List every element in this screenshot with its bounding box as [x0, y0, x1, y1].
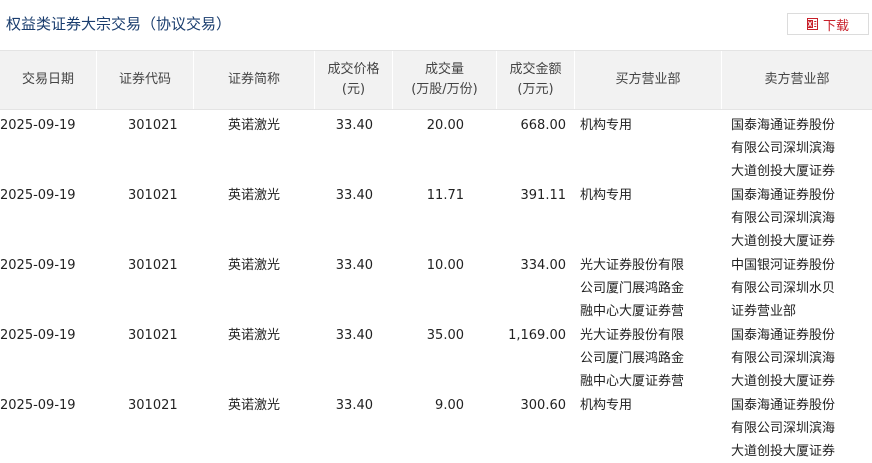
- trade-date-cell: 2025-09-19: [0, 118, 76, 133]
- price-cell: 33.40: [335, 258, 373, 273]
- security-code-cell: 301021: [128, 118, 178, 133]
- branch-line: 国泰海通证券股份: [731, 328, 836, 343]
- table-row: 2025-09-19 301021 英诺激光 33.40 11.71 391.11 机构专用…: [0, 180, 872, 250]
- amount-cell: 1,169.00: [508, 328, 566, 343]
- table-header: 交易日期 证券代码 证券简称 成交价格 (元) 成交量 (万股/万份) 成交金额 (万…: [0, 50, 872, 110]
- volume-cell: 10.00: [426, 258, 464, 273]
- volume-cell: 35.00: [426, 328, 464, 343]
- branch-line: 公司厦门展鸿路金: [580, 351, 685, 366]
- trade-date-cell: 2025-09-19: [0, 398, 76, 413]
- branch-line: 公司厦门展鸿路金: [580, 281, 685, 296]
- amount-cell: 300.60: [520, 398, 567, 413]
- seller-branch-cell: 中国银河证券股份 有限公司深圳水贝 证券营业部: [731, 254, 841, 323]
- security-code-cell: 301021: [128, 258, 178, 273]
- branch-line: 机构专用: [580, 398, 633, 413]
- price-cell: 33.40: [335, 188, 373, 203]
- security-name-cell: 英诺激光: [228, 118, 281, 133]
- branch-line: 有限公司深圳水贝: [731, 281, 836, 296]
- branch-line: 机构专用: [580, 188, 633, 203]
- header-seller: 卖方营业部: [764, 72, 830, 87]
- trade-date-cell: 2025-09-19: [0, 328, 76, 343]
- header-volume: 成交量 (万股/万份): [393, 51, 497, 109]
- title-bar: 权益类证券大宗交易（协议交易） 下载: [0, 0, 872, 50]
- security-code-cell: 301021: [128, 188, 178, 203]
- table-row: 2025-09-19 301021 英诺激光 33.40 9.00 300.60 机构专用 国…: [0, 390, 872, 460]
- security-name-cell: 英诺激光: [228, 258, 281, 273]
- trade-date-cell: 2025-09-19: [0, 188, 76, 203]
- volume-cell: 20.00: [426, 118, 464, 133]
- branch-line: 有限公司深圳滨海: [731, 211, 836, 226]
- header-trade-date: 交易日期: [0, 51, 97, 109]
- table-row: 2025-09-19 301021 英诺激光 33.40 35.00 1,169.00 光大…: [0, 320, 872, 390]
- amount-cell: 391.11: [520, 188, 567, 203]
- price-cell: 33.40: [335, 328, 373, 343]
- buyer-branch-cell: 光大证券股份有限 公司厦门展鸿路金 融中心大厦证券营: [580, 324, 694, 393]
- table-body: 2025-09-19 301021 英诺激光 33.40 20.00 668.00 机构专用…: [0, 110, 872, 460]
- seller-branch-cell: 国泰海通证券股份 有限公司深圳滨海 大道创投大厦证券: [731, 184, 841, 253]
- branch-line: 国泰海通证券股份: [731, 398, 836, 413]
- page-title: 权益类证券大宗交易（协议交易）: [6, 15, 232, 33]
- branch-line: 国泰海通证券股份: [731, 118, 836, 133]
- branch-line: 有限公司深圳滨海: [731, 141, 836, 156]
- volume-cell: 11.71: [426, 188, 464, 203]
- security-code-cell: 301021: [128, 398, 178, 413]
- branch-line: 大道创投大厦证券: [731, 444, 836, 459]
- buyer-branch-cell: 机构专用: [580, 114, 694, 137]
- buyer-branch-cell: 机构专用: [580, 394, 694, 417]
- excel-file-icon: [806, 18, 818, 30]
- branch-line: 中国银河证券股份: [731, 258, 836, 273]
- branch-line: 机构专用: [580, 118, 633, 133]
- header-amount: 成交金额 (万元): [497, 51, 575, 109]
- security-code-cell: 301021: [128, 328, 178, 343]
- branch-line: 光大证券股份有限: [580, 258, 685, 273]
- seller-branch-cell: 国泰海通证券股份 有限公司深圳滨海 大道创投大厦证券: [731, 394, 841, 463]
- header-buyer: 买方营业部: [575, 51, 722, 109]
- buyer-branch-cell: 光大证券股份有限 公司厦门展鸿路金 融中心大厦证券营: [580, 254, 694, 323]
- security-name-cell: 英诺激光: [228, 398, 281, 413]
- security-name-cell: 英诺激光: [228, 328, 281, 343]
- table-row: 2025-09-19 301021 英诺激光 33.40 10.00 334.00 光大证券…: [0, 250, 872, 320]
- trade-date-cell: 2025-09-19: [0, 258, 76, 273]
- header-price: 成交价格 (元): [315, 51, 393, 109]
- price-cell: 33.40: [335, 118, 373, 133]
- amount-cell: 668.00: [520, 118, 567, 133]
- download-button[interactable]: 下载: [787, 13, 869, 35]
- header-security-name: 证券简称: [194, 51, 315, 109]
- seller-branch-cell: 国泰海通证券股份 有限公司深圳滨海 大道创投大厦证券: [731, 324, 841, 393]
- table-row: 2025-09-19 301021 英诺激光 33.40 20.00 668.00 机构专用…: [0, 110, 872, 180]
- download-label: 下载: [822, 18, 849, 34]
- branch-line: 有限公司深圳滨海: [731, 421, 836, 436]
- buyer-branch-cell: 机构专用: [580, 184, 694, 207]
- branch-line: 国泰海通证券股份: [731, 188, 836, 203]
- block-trade-table: 交易日期 证券代码 证券简称 成交价格 (元) 成交量 (万股/万份) 成交金额 (万…: [0, 50, 872, 460]
- seller-branch-cell: 国泰海通证券股份 有限公司深圳滨海 大道创投大厦证券: [731, 114, 841, 183]
- branch-line: 有限公司深圳滨海: [731, 351, 836, 366]
- amount-cell: 334.00: [520, 258, 567, 273]
- security-name-cell: 英诺激光: [228, 188, 281, 203]
- branch-line: 光大证券股份有限: [580, 328, 685, 343]
- price-cell: 33.40: [335, 398, 373, 413]
- header-security-code: 证券代码: [97, 51, 194, 109]
- volume-cell: 9.00: [435, 398, 464, 413]
